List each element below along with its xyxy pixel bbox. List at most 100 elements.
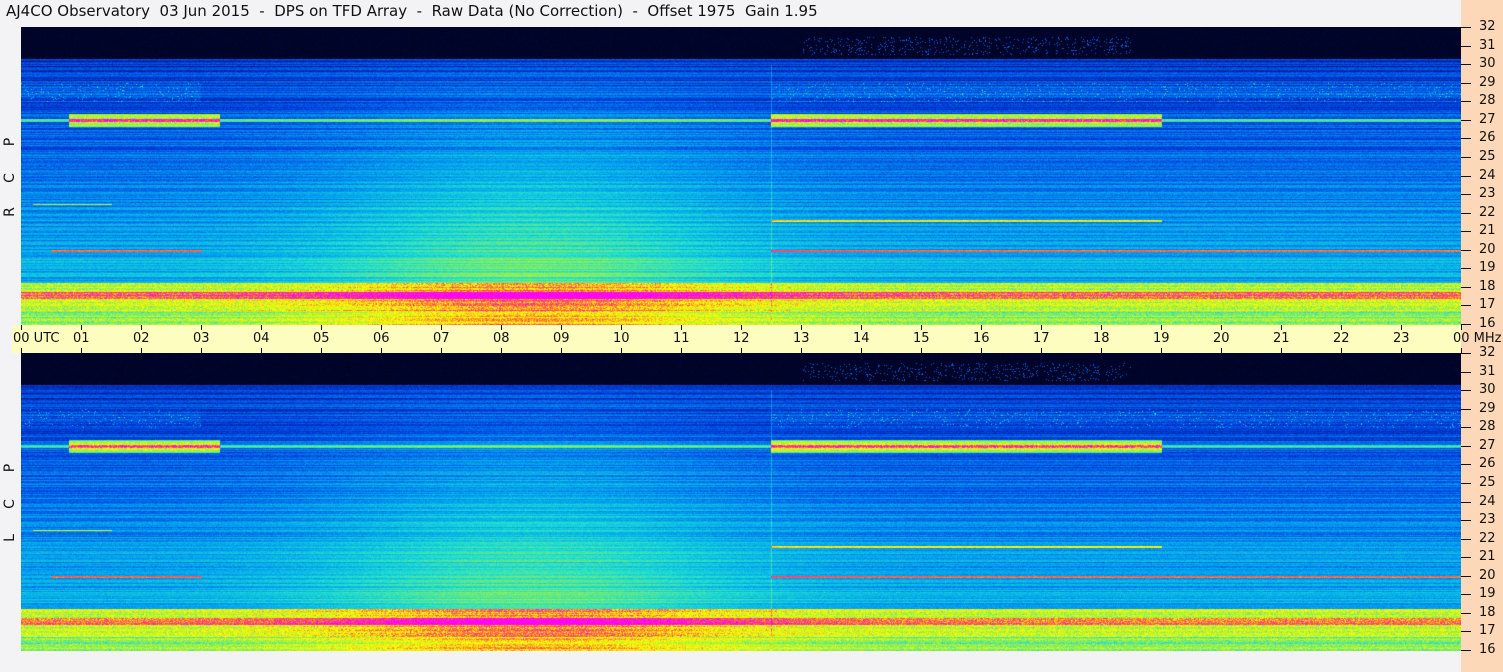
y-tick-label: 19 bbox=[1479, 586, 1496, 601]
x-tick-label: 10 bbox=[613, 331, 630, 346]
y-tick-label: 18 bbox=[1479, 605, 1496, 620]
y-tick-mark bbox=[1461, 520, 1471, 521]
y-tick-label: 21 bbox=[1479, 549, 1496, 564]
y-tick-mark bbox=[1461, 287, 1471, 288]
y-tick-label: 30 bbox=[1479, 382, 1496, 397]
x-tick-mark bbox=[1461, 325, 1462, 330]
y-tick-label: 16 bbox=[1479, 316, 1496, 331]
x-tick-label: 22 bbox=[1333, 331, 1350, 346]
x-tick-mark bbox=[681, 348, 682, 353]
y-tick-label: 22 bbox=[1479, 205, 1496, 220]
y-tick-label: 31 bbox=[1479, 364, 1496, 379]
x-tick-mark bbox=[321, 348, 322, 353]
x-tick-mark bbox=[141, 325, 142, 330]
x-tick-mark bbox=[741, 348, 742, 353]
y-tick-mark bbox=[1461, 64, 1471, 65]
y-tick-label: 24 bbox=[1479, 168, 1496, 183]
y-tick-label: 23 bbox=[1479, 186, 1496, 201]
x-tick-mark bbox=[1161, 325, 1162, 330]
x-tick-label: 14 bbox=[853, 331, 870, 346]
x-tick-label: 06 bbox=[373, 331, 390, 346]
y-tick-label: 16 bbox=[1479, 642, 1496, 657]
x-tick-mark bbox=[1401, 325, 1402, 330]
y-tick-label: 21 bbox=[1479, 223, 1496, 238]
y-tick-mark bbox=[1461, 372, 1471, 373]
x-tick-mark bbox=[561, 325, 562, 330]
y-tick-mark bbox=[1461, 157, 1471, 158]
x-tick-label: 12 bbox=[733, 331, 750, 346]
y-tick-label: 27 bbox=[1479, 112, 1496, 127]
x-tick-mark bbox=[441, 325, 442, 330]
x-tick-mark bbox=[981, 325, 982, 330]
rcp-spectrogram bbox=[21, 27, 1461, 325]
x-tick-mark bbox=[21, 348, 22, 353]
y-tick-mark bbox=[1461, 268, 1471, 269]
panel-label-letter: C bbox=[2, 173, 18, 183]
x-tick-label: 03 bbox=[193, 331, 210, 346]
y-tick-mark bbox=[1461, 213, 1471, 214]
x-tick-mark bbox=[741, 325, 742, 330]
x-tick-mark bbox=[381, 325, 382, 330]
y-tick-label: 25 bbox=[1479, 149, 1496, 164]
y-tick-mark bbox=[1461, 46, 1471, 47]
x-tick-mark bbox=[261, 325, 262, 330]
x-tick-mark bbox=[81, 348, 82, 353]
x-tick-mark bbox=[1101, 348, 1102, 353]
y-tick-mark bbox=[1461, 231, 1471, 232]
x-tick-label: 16 bbox=[973, 331, 990, 346]
x-tick-mark bbox=[801, 325, 802, 330]
y-tick-mark bbox=[1461, 594, 1471, 595]
x-tick-mark bbox=[1221, 325, 1222, 330]
lcp-spectrogram bbox=[21, 353, 1461, 651]
y-tick-mark bbox=[1461, 324, 1471, 325]
y-tick-label: 31 bbox=[1479, 38, 1496, 53]
x-tick-mark bbox=[1101, 325, 1102, 330]
panel-label-letter: P bbox=[2, 137, 18, 147]
x-tick-label: 11 bbox=[673, 331, 690, 346]
y-tick-mark bbox=[1461, 83, 1471, 84]
x-tick-mark bbox=[21, 325, 22, 330]
x-tick-mark bbox=[861, 325, 862, 330]
y-tick-mark bbox=[1461, 631, 1471, 632]
panel-label-letter: P bbox=[2, 463, 18, 473]
y-tick-label: 18 bbox=[1479, 279, 1496, 294]
y-tick-mark bbox=[1461, 138, 1471, 139]
y-tick-mark bbox=[1461, 194, 1471, 195]
x-tick-label: 05 bbox=[313, 331, 330, 346]
x-tick-mark bbox=[261, 348, 262, 353]
x-tick-mark bbox=[681, 325, 682, 330]
x-tick-mark bbox=[1041, 325, 1042, 330]
y-tick-label: 29 bbox=[1479, 401, 1496, 416]
x-tick-label: 18 bbox=[1093, 331, 1110, 346]
y-tick-label: 27 bbox=[1479, 438, 1496, 453]
x-tick-label: 17 bbox=[1033, 331, 1050, 346]
x-tick-mark bbox=[1221, 348, 1222, 353]
y-tick-mark bbox=[1461, 650, 1471, 651]
y-tick-mark bbox=[1461, 446, 1471, 447]
y-tick-mark bbox=[1461, 250, 1471, 251]
x-tick-label: 04 bbox=[253, 331, 270, 346]
y-tick-label: 28 bbox=[1479, 93, 1496, 108]
x-tick-mark bbox=[921, 325, 922, 330]
x-tick-label: 20 bbox=[1213, 331, 1230, 346]
x-tick-label: 13 bbox=[793, 331, 810, 346]
x-tick-mark bbox=[921, 348, 922, 353]
x-tick-mark bbox=[621, 348, 622, 353]
x-tick-mark bbox=[501, 325, 502, 330]
y-tick-label: 20 bbox=[1479, 568, 1496, 583]
x-tick-mark bbox=[1341, 325, 1342, 330]
y-tick-label: 28 bbox=[1479, 419, 1496, 434]
chart-title: AJ4CO Observatory 03 Jun 2015 - DPS on T… bbox=[6, 2, 818, 20]
panel-label-letter: C bbox=[2, 499, 18, 509]
x-tick-mark bbox=[1281, 325, 1282, 330]
x-tick-mark bbox=[621, 325, 622, 330]
x-tick-mark bbox=[501, 348, 502, 353]
x-tick-label: 07 bbox=[433, 331, 450, 346]
y-tick-mark bbox=[1461, 464, 1471, 465]
y-tick-mark bbox=[1461, 176, 1471, 177]
y-tick-mark bbox=[1461, 101, 1471, 102]
y-tick-label: 29 bbox=[1479, 75, 1496, 90]
x-tick-mark bbox=[201, 325, 202, 330]
y-tick-label: 17 bbox=[1479, 623, 1496, 638]
x-tick-mark bbox=[1281, 348, 1282, 353]
